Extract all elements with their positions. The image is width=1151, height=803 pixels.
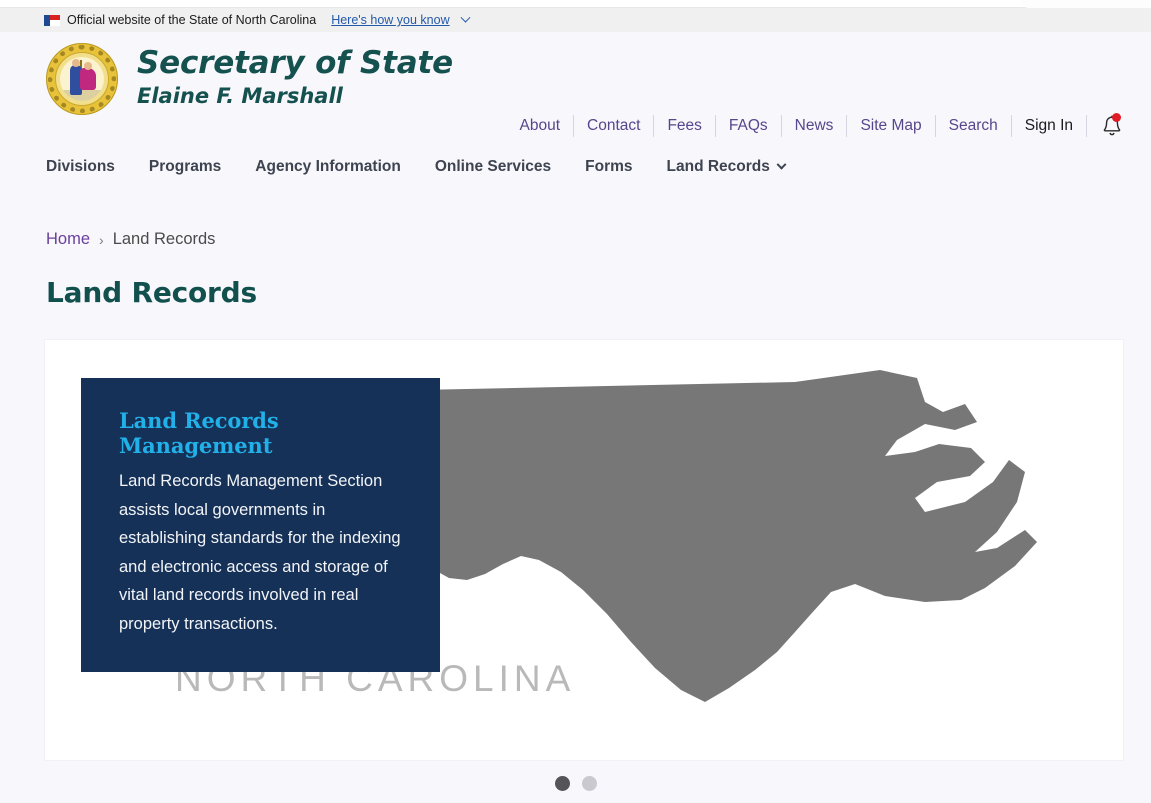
breadcrumb: Home › Land Records <box>0 230 1151 249</box>
chevron-down-icon[interactable] <box>460 12 471 23</box>
chevron-down-icon <box>776 159 787 170</box>
nav-label-land-records: Land Records <box>666 158 770 175</box>
nav-label-divisions: Divisions <box>46 158 115 175</box>
site-subtitle: Elaine F. Marshall <box>137 83 343 108</box>
nav-item-land-records[interactable]: Land Records <box>666 158 787 176</box>
page-body: Secretary of State Elaine F. Marshall Ab… <box>0 32 1151 803</box>
carousel-dot-2[interactable] <box>581 776 597 791</box>
util-link-contact[interactable]: Contact <box>574 115 655 137</box>
hero-card[interactable]: Land Records Management Land Records Man… <box>81 378 440 672</box>
nav-label-agency-information: Agency Information <box>255 158 401 175</box>
carousel-dot-1[interactable] <box>554 776 570 791</box>
carousel-dots <box>0 776 1151 791</box>
utility-nav: About Contact Fees FAQs News Site Map Se… <box>507 113 1124 138</box>
nav-item-agency-information[interactable]: Agency Information <box>255 158 401 176</box>
util-link-about[interactable]: About <box>507 115 575 137</box>
nc-state-seal-icon <box>46 43 118 115</box>
gov-banner: Official website of the State of North C… <box>0 8 1151 32</box>
nc-flag-icon <box>44 14 60 26</box>
hero-card-body: Land Records Management Section assists … <box>119 472 401 633</box>
breadcrumb-current: Land Records <box>112 230 216 248</box>
breadcrumb-home-link[interactable]: Home <box>46 230 90 249</box>
nav-label-forms: Forms <box>585 158 633 175</box>
util-link-faqs[interactable]: FAQs <box>716 115 782 137</box>
gov-banner-text: Official website of the State of North C… <box>67 13 317 27</box>
site-title-block[interactable]: Secretary of State Elaine F. Marshall <box>137 43 453 109</box>
nav-item-online-services[interactable]: Online Services <box>435 158 551 176</box>
page-title: Land Records <box>46 276 257 309</box>
util-link-fees[interactable]: Fees <box>654 115 716 137</box>
util-link-news[interactable]: News <box>782 115 848 137</box>
breadcrumb-separator-icon: › <box>99 231 104 248</box>
nav-label-programs: Programs <box>148 158 222 175</box>
hero-carousel: NORTH CAROLINA Land Records Management L… <box>45 340 1123 760</box>
notifications-button[interactable] <box>1087 113 1123 138</box>
main-nav: Divisions Programs Agency Information On… <box>0 144 1151 190</box>
nav-item-programs[interactable]: Programs <box>149 158 221 176</box>
heres-how-you-know-label: Here's how you know <box>331 13 450 27</box>
hero-card-heading: Land Records Management <box>119 408 279 458</box>
util-link-site-map[interactable]: Site Map <box>847 115 936 137</box>
heres-how-you-know-link[interactable]: Here's how you know <box>331 13 449 27</box>
browser-chrome-strip <box>0 0 1151 8</box>
sign-in-link[interactable]: Sign In <box>1012 115 1087 137</box>
site-title: Secretary of State <box>137 45 453 81</box>
util-link-search[interactable]: Search <box>936 115 1012 137</box>
masthead: Secretary of State Elaine F. Marshall Ab… <box>0 32 1151 137</box>
notification-badge <box>1112 113 1121 122</box>
nav-label-online-services: Online Services <box>434 158 552 175</box>
nav-item-forms[interactable]: Forms <box>585 158 632 176</box>
nav-item-divisions[interactable]: Divisions <box>46 158 115 176</box>
